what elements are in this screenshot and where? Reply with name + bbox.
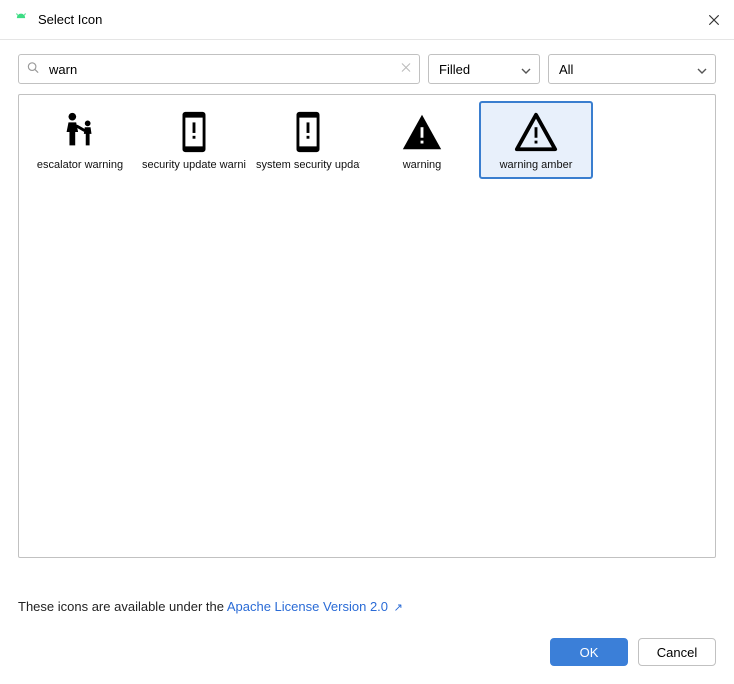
icon-cell-warning[interactable]: warning — [365, 101, 479, 179]
close-icon[interactable] — [706, 12, 722, 28]
icon-grid: escalator warning security update warni sy… — [18, 94, 716, 558]
clear-icon[interactable] — [400, 62, 412, 77]
button-row: OK Cancel — [18, 638, 716, 666]
license-prefix: These icons are available under the — [18, 599, 227, 614]
warning-icon — [399, 109, 445, 155]
icon-label: escalator warning — [28, 159, 132, 171]
icon-label: warning amber — [484, 159, 588, 171]
category-dropdown[interactable]: All — [548, 54, 716, 84]
ok-button[interactable]: OK — [550, 638, 628, 666]
android-icon — [12, 11, 30, 29]
style-dropdown-label: Filled — [439, 62, 521, 77]
external-link-icon: ↗ — [394, 602, 403, 614]
window-title: Select Icon — [38, 12, 706, 27]
search-wrap — [18, 54, 420, 84]
escalator-warning-icon — [57, 109, 103, 155]
controls-row: Filled All — [0, 40, 734, 94]
icon-label: warning — [370, 159, 474, 171]
icon-label: system security update — [256, 159, 360, 171]
titlebar: Select Icon — [0, 0, 734, 40]
icon-label: security update warni — [142, 159, 246, 171]
category-dropdown-label: All — [559, 62, 697, 77]
security-update-warning-icon — [171, 109, 217, 155]
system-security-update-icon — [285, 109, 331, 155]
icon-cell-system-security-update[interactable]: system security update — [251, 101, 365, 179]
warning-amber-icon — [513, 109, 559, 155]
style-dropdown[interactable]: Filled — [428, 54, 540, 84]
search-input[interactable] — [18, 54, 420, 84]
license-line: These icons are available under the Apac… — [18, 599, 716, 614]
footer: These icons are available under the Apac… — [0, 585, 734, 684]
chevron-down-icon — [697, 62, 707, 77]
cancel-button[interactable]: Cancel — [638, 638, 716, 666]
license-link[interactable]: Apache License Version 2.0 — [227, 599, 388, 614]
icon-cell-security-update-warning[interactable]: security update warni — [137, 101, 251, 179]
icon-cell-warning-amber[interactable]: warning amber — [479, 101, 593, 179]
chevron-down-icon — [521, 62, 531, 77]
icon-cell-escalator-warning[interactable]: escalator warning — [23, 101, 137, 179]
